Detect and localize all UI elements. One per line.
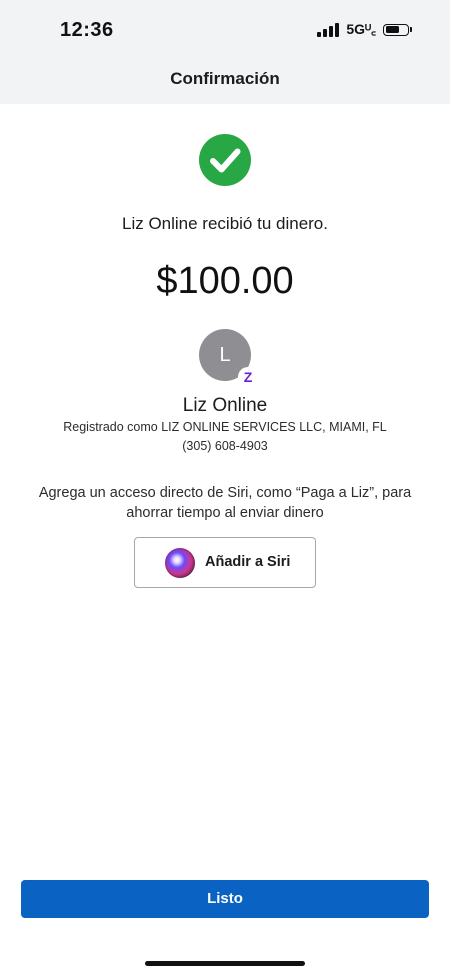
signal-icon xyxy=(317,22,340,37)
success-check-icon xyxy=(199,134,251,186)
home-indicator[interactable] xyxy=(145,961,305,966)
nav-bar: Confirmación xyxy=(0,56,450,104)
status-icons: 5Gᵁ꜀ xyxy=(317,20,412,39)
battery-icon xyxy=(383,23,412,36)
network-indicator: 5Gᵁ꜀ xyxy=(346,21,376,37)
status-time: 12:36 xyxy=(60,19,114,41)
confirmation-message: Liz Online recibió tu dinero. xyxy=(121,214,328,233)
recipient-phone: (305) 608-4903 xyxy=(182,439,268,453)
status-bar: 12:36 5Gᵁ꜀ xyxy=(0,0,450,56)
recipient-registration: Registrado como LIZ ONLINE SERVICES LLC,… xyxy=(63,420,387,434)
siri-shortcut-message: Agrega un acceso directo de Siri, como “… xyxy=(38,485,412,521)
battery-level xyxy=(385,26,400,33)
zelle-icon: Z xyxy=(238,367,258,387)
siri-icon xyxy=(165,548,195,578)
page-title: Confirmación xyxy=(170,69,280,88)
add-to-siri-button[interactable]: Añadir a Siri xyxy=(134,537,316,588)
amount-sent: $100.00 xyxy=(156,260,294,302)
recipient-name: Liz Online xyxy=(182,395,268,416)
add-to-siri-label: Añadir a Siri xyxy=(205,554,291,570)
done-button[interactable]: Listo xyxy=(21,880,429,918)
